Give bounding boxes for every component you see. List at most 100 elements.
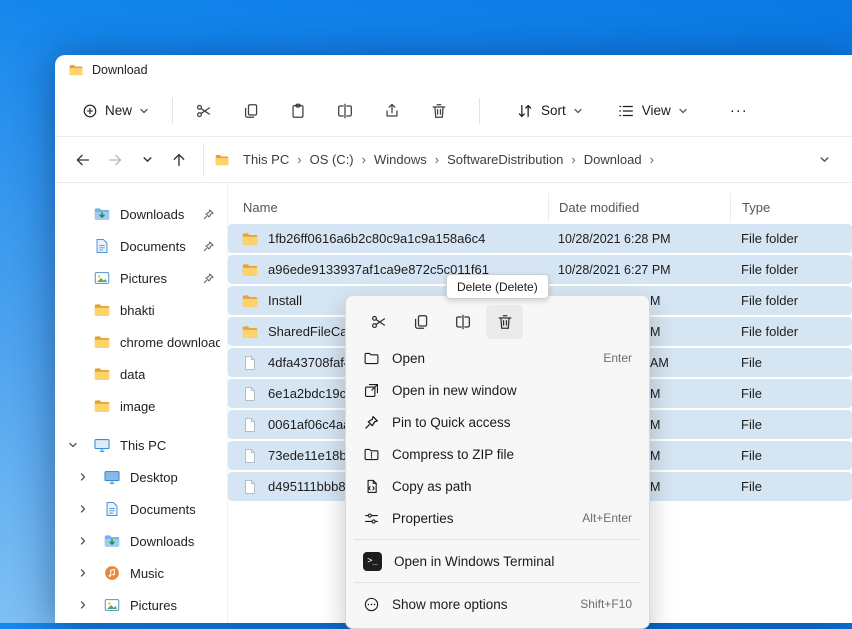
context-menu-shortcut: Enter xyxy=(603,351,632,365)
rename-icon xyxy=(454,313,472,331)
open-icon xyxy=(363,350,380,367)
file-type: File folder xyxy=(730,231,852,246)
zip-folder-icon xyxy=(363,446,380,463)
sidebar-item-label: chrome downloads xyxy=(120,335,220,350)
sidebar-item-label: image xyxy=(120,399,155,414)
context-menu-item-open-in-windows-terminal[interactable]: >_ Open in Windows Terminal xyxy=(351,545,644,577)
file-type: File folder xyxy=(730,262,852,277)
folder-icon xyxy=(93,333,111,351)
sidebar-item-documents[interactable]: Documents xyxy=(55,493,227,525)
toolbar-separator xyxy=(172,98,173,124)
pictures-icon xyxy=(103,596,121,614)
chevron-right-icon xyxy=(78,568,88,578)
chevron-down-icon xyxy=(68,440,78,450)
column-header-date-modified[interactable]: Date modified xyxy=(548,193,730,222)
chevron-down-icon xyxy=(139,106,149,116)
folder-icon xyxy=(68,62,84,78)
forward-button[interactable] xyxy=(99,144,131,176)
sidebar-item-image[interactable]: image xyxy=(55,390,227,422)
sidebar-item-documents-pinned[interactable]: Documents xyxy=(55,230,227,262)
view-icon xyxy=(617,102,635,120)
context-menu-item-open-in-new-window[interactable]: Open in new window xyxy=(351,374,644,406)
new-button-label: New xyxy=(105,103,132,118)
breadcrumb-item[interactable]: Download xyxy=(577,147,649,172)
properties-icon xyxy=(363,510,380,527)
sort-button-label: Sort xyxy=(541,103,566,118)
address-dropdown-chevron-icon[interactable] xyxy=(819,154,830,165)
paste-button[interactable] xyxy=(279,93,317,129)
folder-icon xyxy=(93,397,111,415)
share-icon xyxy=(383,102,401,120)
cut-button[interactable] xyxy=(185,93,223,129)
context-menu-item-properties[interactable]: Properties Alt+Enter xyxy=(351,502,644,534)
breadcrumb-item[interactable]: SoftwareDistribution xyxy=(440,147,570,172)
file-row[interactable]: 1fb26ff0616a6b2c80c9a1c9a158a6c4 10/28/2… xyxy=(228,224,852,253)
windows-terminal-icon: >_ xyxy=(363,552,382,571)
cut-button[interactable] xyxy=(360,305,397,339)
context-menu-item-label: Compress to ZIP file xyxy=(392,447,514,462)
chevron-down-icon xyxy=(573,106,583,116)
rename-button[interactable] xyxy=(326,93,364,129)
breadcrumb-item[interactable]: This PC xyxy=(236,147,296,172)
sidebar-item-label: Downloads xyxy=(130,534,194,549)
copy-button[interactable] xyxy=(232,93,270,129)
sidebar-item-music[interactable]: Music xyxy=(55,557,227,589)
computer-icon xyxy=(93,436,111,454)
sidebar-item-label: Documents xyxy=(120,239,186,254)
sidebar-item-label: Pictures xyxy=(130,598,177,613)
file-type: File xyxy=(730,417,852,432)
file-icon xyxy=(241,416,259,434)
share-button[interactable] xyxy=(373,93,411,129)
recent-locations-button[interactable] xyxy=(131,144,163,176)
sidebar-item-chrome-downloads[interactable]: chrome downloads xyxy=(55,326,227,358)
file-type: File xyxy=(730,479,852,494)
sidebar-item-pictures[interactable]: Pictures xyxy=(55,589,227,621)
context-menu-item-open[interactable]: Open Enter xyxy=(351,342,644,374)
delete-tooltip: Delete (Delete) xyxy=(446,274,549,299)
rename-button[interactable] xyxy=(444,305,481,339)
pictures-icon xyxy=(93,269,111,287)
back-button[interactable] xyxy=(67,144,99,176)
folder-icon xyxy=(241,292,259,310)
delete-button[interactable] xyxy=(486,305,523,339)
breadcrumb-separator: › xyxy=(570,152,576,167)
view-button[interactable]: View xyxy=(607,95,698,127)
sidebar-item-data[interactable]: data xyxy=(55,358,227,390)
file-type: File xyxy=(730,448,852,463)
address-bar: This PC › OS (C:) › Windows › SoftwareDi… xyxy=(55,137,852,183)
sidebar-item-downloads-pinned[interactable]: Downloads xyxy=(55,198,227,230)
sidebar-item-pictures-pinned[interactable]: Pictures xyxy=(55,262,227,294)
context-menu-shortcut: Shift+F10 xyxy=(580,597,632,611)
new-button[interactable]: New xyxy=(71,96,160,126)
sidebar-item-bhakti[interactable]: bhakti xyxy=(55,294,227,326)
up-button[interactable] xyxy=(163,144,195,176)
more-options-button[interactable]: ··· xyxy=(720,98,758,123)
context-menu-item-compress-to-zip[interactable]: Compress to ZIP file xyxy=(351,438,644,470)
up-arrow-icon xyxy=(170,151,188,169)
context-menu-item-show-more-options[interactable]: Show more options Shift+F10 xyxy=(351,588,644,620)
sidebar-item-label: This PC xyxy=(120,438,166,453)
plus-circle-icon xyxy=(82,103,98,119)
desktop-icon xyxy=(103,468,121,486)
chevron-right-icon xyxy=(78,472,88,482)
context-menu-item-copy-as-path[interactable]: Copy as path xyxy=(351,470,644,502)
file-icon xyxy=(241,478,259,496)
sidebar-item-desktop[interactable]: Desktop xyxy=(55,461,227,493)
context-menu-shortcut: Alt+Enter xyxy=(582,511,632,525)
copy-button[interactable] xyxy=(402,305,439,339)
breadcrumb-item[interactable]: Windows xyxy=(367,147,434,172)
context-menu-item-pin-to-quick-access[interactable]: Pin to Quick access xyxy=(351,406,644,438)
column-header-type[interactable]: Type xyxy=(730,193,852,222)
sidebar-item-downloads[interactable]: Downloads xyxy=(55,525,227,557)
delete-button[interactable] xyxy=(420,93,458,129)
breadcrumb-item[interactable]: OS (C:) xyxy=(303,147,361,172)
sort-button[interactable]: Sort xyxy=(506,95,593,127)
sidebar-item-this-pc[interactable]: This PC xyxy=(55,429,227,461)
column-header-name[interactable]: Name xyxy=(228,200,548,215)
chevron-down-icon xyxy=(678,106,688,116)
window-title: Download xyxy=(92,63,148,77)
trash-icon xyxy=(496,313,514,331)
cut-icon xyxy=(195,102,213,120)
folder-icon xyxy=(93,301,111,319)
context-menu-separator xyxy=(354,582,641,583)
